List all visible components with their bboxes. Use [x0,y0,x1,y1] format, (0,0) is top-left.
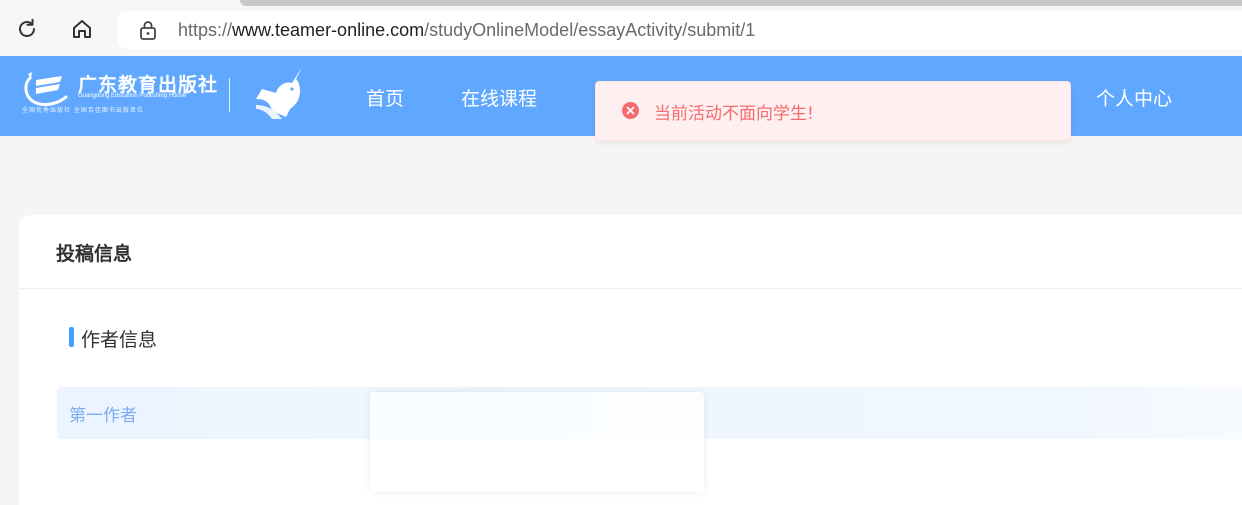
card-title: 投稿信息 [56,243,133,265]
header-divider [229,78,230,112]
reload-icon[interactable] [16,18,38,40]
nav-home[interactable]: 首页 [366,84,404,111]
error-toast: 当前活动不面向学生! [595,81,1071,141]
unicorn-logo-icon[interactable] [252,65,310,121]
section-accent-bar [69,327,74,347]
url-text[interactable]: https://www.teamer-online.com/studyOnlin… [178,20,755,41]
browser-toolbar: https://www.teamer-online.com/studyOnlin… [0,0,1242,57]
nav-personal-center[interactable]: 个人中心 [1096,84,1172,111]
section-label-author-info: 作者信息 [81,329,158,351]
url-prefix: https:// [178,20,233,40]
url-path: /studyOnlineModel/essayActivity/submit/1 [424,20,756,40]
address-bar[interactable]: https://www.teamer-online.com/studyOnlin… [118,11,1242,49]
top-scrollbar[interactable] [240,0,1242,6]
logo-slogan: 全国优秀出版社 全国百佳图书出版单位 [22,107,144,114]
lock-icon[interactable] [138,20,158,40]
home-icon[interactable] [71,18,93,40]
card-divider [19,288,1242,289]
toast-message: 当前活动不面向学生! [654,104,814,124]
logo-subtitle: Guangdong Education Publishing House [78,93,187,99]
publisher-logo-icon[interactable] [22,70,70,108]
first-author-label: 第一作者 [69,406,137,426]
nav-online-courses[interactable]: 在线课程 [461,84,537,111]
url-host: www.teamer-online.com [232,20,425,40]
error-circle-icon [622,102,639,119]
dropdown-popover[interactable] [370,392,704,492]
